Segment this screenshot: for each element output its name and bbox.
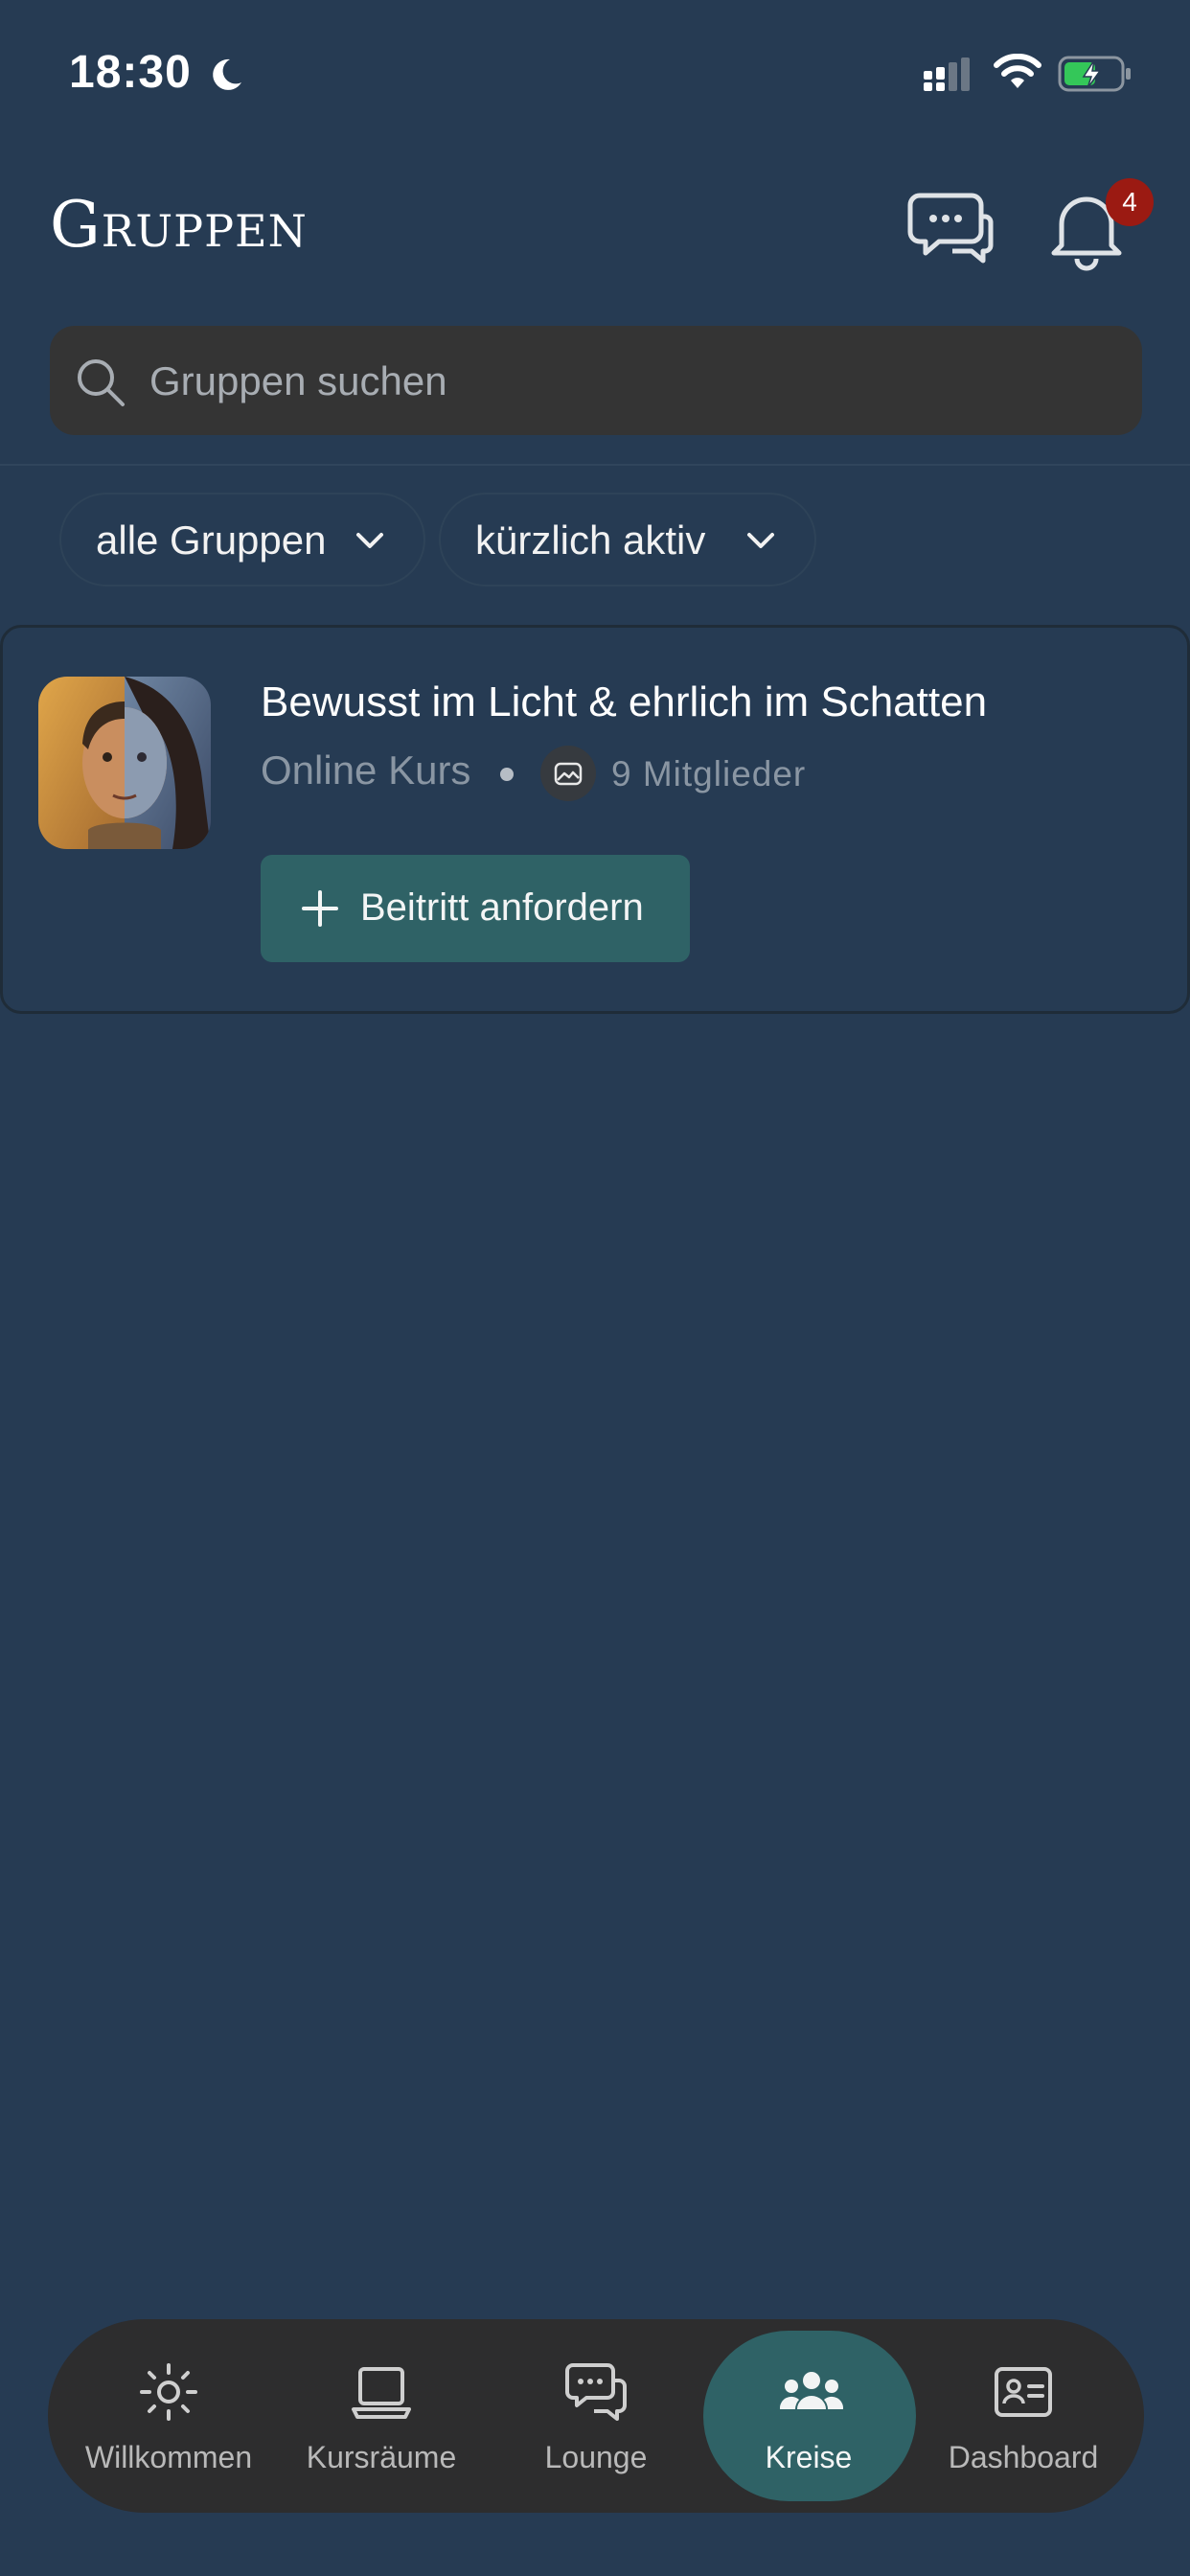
wifi-icon [994, 54, 1041, 88]
filter-recently-active[interactable]: kürzlich aktiv [439, 493, 816, 586]
search-input[interactable] [148, 349, 1090, 414]
group-image[interactable] [38, 677, 211, 849]
laptop-icon [352, 2367, 411, 2419]
sun-icon [140, 2363, 197, 2421]
plus-icon [302, 890, 338, 927]
messages-icon[interactable] [906, 188, 995, 264]
notification-badge: 4 [1106, 178, 1154, 226]
tab-lounge[interactable]: Lounge [491, 2319, 701, 2513]
chevron-down-icon [747, 533, 774, 548]
tab-label: Kursräume [306, 2440, 457, 2474]
divider [0, 464, 1190, 466]
member-count: 9 Mitglieder [611, 754, 807, 794]
tab-dashboard[interactable]: Dashboard [918, 2319, 1129, 2513]
group-title[interactable]: Bewusst im Licht & ehrlich im Schatten [261, 678, 987, 726]
people-icon [779, 2372, 844, 2409]
tab-kursraeume[interactable]: Kursräume [276, 2319, 487, 2513]
request-join-button[interactable]: Beitritt anfordern [261, 855, 690, 962]
page-title: Gruppen [50, 188, 308, 262]
members-icon [540, 746, 596, 801]
tab-label: Willkommen [84, 2440, 253, 2474]
tab-kreise[interactable]: Kreise [703, 2319, 916, 2513]
separator-dot [500, 768, 514, 781]
request-join-label: Beitritt anfordern [360, 886, 644, 929]
status-bar: 18:30 [0, 0, 1190, 144]
search-icon [78, 359, 125, 406]
filter-label: alle Gruppen [96, 518, 327, 563]
chevron-down-icon [356, 533, 383, 548]
id-card-icon [995, 2367, 1052, 2417]
tab-label: Dashboard [948, 2440, 1099, 2474]
tab-label: Kreise [765, 2440, 853, 2474]
chat-bubbles-icon [565, 2363, 627, 2421]
filter-label: kürzlich aktiv [475, 518, 706, 563]
moon-icon [213, 58, 241, 90]
tab-label: Lounge [544, 2440, 648, 2474]
status-time: 18:30 [69, 47, 192, 98]
tab-willkommen[interactable]: Willkommen [63, 2319, 274, 2513]
group-type: Online Kurs [261, 748, 471, 793]
filter-all-groups[interactable]: alle Gruppen [59, 493, 425, 586]
battery-icon [1058, 56, 1131, 92]
signal-icon [924, 58, 970, 91]
